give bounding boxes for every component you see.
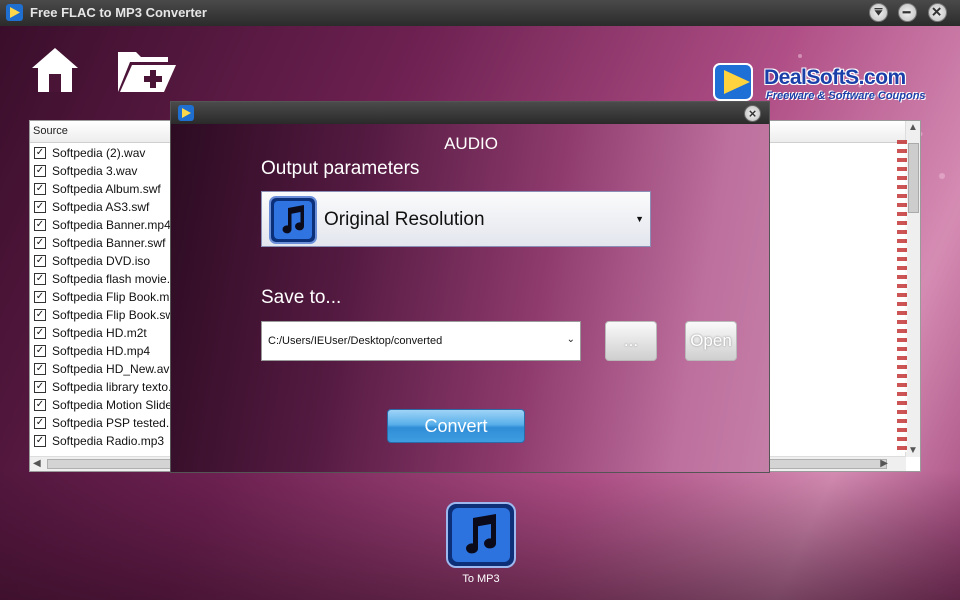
file-name: Softpedia HD.mp4 — [52, 344, 151, 358]
to-mp3-button[interactable] — [446, 502, 516, 568]
audio-dialog: × AUDIO Output parameters Original Resol… — [170, 101, 770, 473]
file-row[interactable]: ✓ Softpedia Banner.mp4 — [30, 216, 171, 234]
scroll-down-icon[interactable]: ▼ — [908, 445, 918, 456]
file-row[interactable]: ✓ Softpedia PSP tested.m — [30, 414, 179, 432]
file-checkbox[interactable]: ✓ — [34, 201, 46, 213]
open-button[interactable]: Open — [685, 321, 737, 361]
file-checkbox[interactable]: ✓ — [34, 237, 46, 249]
scroll-up-icon[interactable]: ▲ — [908, 122, 918, 133]
brand-tagline: Freeware & Software Coupons — [766, 90, 926, 102]
close-icon[interactable] — [928, 3, 947, 22]
file-name: Softpedia Motion Slide — [52, 398, 173, 412]
file-checkbox[interactable]: ✓ — [34, 219, 46, 231]
dialog-heading: AUDIO — [444, 134, 498, 153]
file-checkbox[interactable]: ✓ — [34, 273, 46, 285]
output-format-dropdown[interactable]: Original Resolution ▼ — [261, 191, 651, 247]
file-checkbox[interactable]: ✓ — [34, 165, 46, 177]
output-format-value: Original Resolution — [324, 209, 485, 230]
file-checkbox[interactable]: ✓ — [34, 147, 46, 159]
save-to-label: Save to... — [261, 287, 342, 308]
file-name: Softpedia library texto. — [52, 380, 172, 394]
dialog-close-icon[interactable]: × — [744, 105, 761, 122]
dialog-title-bar: × — [171, 102, 769, 124]
file-checkbox[interactable]: ✓ — [34, 255, 46, 267]
file-name: Softpedia Banner.mp4 — [52, 218, 171, 232]
file-checkbox[interactable]: ✓ — [34, 435, 46, 447]
file-checkbox[interactable]: ✓ — [34, 399, 46, 411]
file-checkbox[interactable]: ✓ — [34, 183, 46, 195]
file-name: Softpedia Album.swf — [52, 182, 161, 196]
home-icon[interactable] — [30, 46, 80, 94]
file-name: Softpedia flash movie.f — [52, 272, 174, 286]
dialog-body: AUDIO Output parameters Original Resolut… — [171, 124, 769, 472]
to-mp3-label: To MP3 — [462, 573, 500, 585]
file-row[interactable]: ✓ Softpedia DVD.iso — [30, 252, 170, 270]
output-parameters-label: Output parameters — [261, 158, 420, 179]
browse-button[interactable]: ... — [605, 321, 657, 361]
file-row[interactable]: ✓ Softpedia library texto. — [30, 378, 172, 396]
minimize-icon[interactable] — [898, 3, 917, 22]
file-name: Softpedia Flip Book.sw — [52, 308, 175, 322]
file-row[interactable]: ✓ Softpedia Motion Slide — [30, 396, 173, 414]
file-row[interactable]: ✓ Softpedia Flip Book.m — [30, 288, 170, 306]
file-row[interactable]: ✓ Softpedia flash movie.f — [30, 270, 174, 288]
scroll-right-icon[interactable]: ▶ — [880, 458, 888, 469]
save-path-value: C:/Users/IEUser/Desktop/converted — [268, 335, 443, 347]
file-rows: ✓ Softpedia (2).wav ✓ Softpedia 3.wav ✓ Softp… — [30, 144, 179, 450]
file-row[interactable]: ✓ Softpedia Flip Book.sw — [30, 306, 174, 324]
brand-name: DealSoftS.com — [764, 66, 906, 89]
file-row[interactable]: ✓ Softpedia Banner.swf — [30, 234, 170, 252]
add-folder-icon[interactable] — [116, 46, 178, 94]
file-name: Softpedia HD.m2t — [52, 326, 147, 340]
file-checkbox[interactable]: ✓ — [34, 291, 46, 303]
file-row[interactable]: ✓ Softpedia Radio.mp3 — [30, 432, 170, 450]
file-checkbox[interactable]: ✓ — [34, 309, 46, 321]
file-name: Softpedia (2).wav — [52, 146, 146, 160]
file-name: Softpedia 3.wav — [52, 164, 138, 178]
file-row[interactable]: ✓ Softpedia HD.m2t — [30, 324, 170, 342]
file-checkbox[interactable]: ✓ — [34, 327, 46, 339]
file-name: Softpedia AS3.swf — [52, 200, 150, 214]
file-row[interactable]: ✓ Softpedia Album.swf — [30, 180, 170, 198]
help-icon[interactable] — [869, 3, 888, 22]
file-row[interactable]: ✓ Softpedia (2).wav — [30, 144, 170, 162]
list-border-decoration — [897, 140, 907, 452]
vertical-scrollbar[interactable]: ▲ ▼ — [905, 121, 920, 457]
file-name: Softpedia DVD.iso — [52, 254, 151, 268]
file-row[interactable]: ✓ Softpedia HD.mp4 — [30, 342, 170, 360]
file-name: Softpedia Banner.swf — [52, 236, 166, 250]
file-checkbox[interactable]: ✓ — [34, 381, 46, 393]
file-name: Softpedia HD_New.avi — [52, 362, 173, 376]
scroll-thumb[interactable] — [908, 143, 919, 213]
file-row[interactable]: ✓ Softpedia AS3.swf — [30, 198, 170, 216]
window-title: Free FLAC to MP3 Converter — [30, 5, 207, 20]
file-checkbox[interactable]: ✓ — [34, 345, 46, 357]
chevron-down-icon: ⌄ — [566, 334, 575, 345]
dialog-app-icon — [178, 105, 194, 121]
dropdown-arrow-icon: ▼ — [635, 214, 644, 224]
brand-logo-icon — [713, 63, 753, 101]
file-checkbox[interactable]: ✓ — [34, 417, 46, 429]
music-note-icon — [269, 196, 317, 244]
title-bar: Free FLAC to MP3 Converter — [0, 0, 960, 26]
file-row[interactable]: ✓ Softpedia HD_New.avi — [30, 360, 173, 378]
file-name: Softpedia PSP tested.m — [52, 416, 180, 430]
app-icon — [6, 4, 23, 21]
save-path-dropdown[interactable]: C:/Users/IEUser/Desktop/converted ⌄ — [261, 321, 581, 361]
file-name: Softpedia Flip Book.m — [52, 290, 170, 304]
file-checkbox[interactable]: ✓ — [34, 363, 46, 375]
file-name: Softpedia Radio.mp3 — [52, 434, 165, 448]
scroll-left-icon[interactable]: ◀ — [33, 458, 41, 469]
file-row[interactable]: ✓ Softpedia 3.wav — [30, 162, 170, 180]
convert-button[interactable]: Convert — [387, 409, 525, 443]
